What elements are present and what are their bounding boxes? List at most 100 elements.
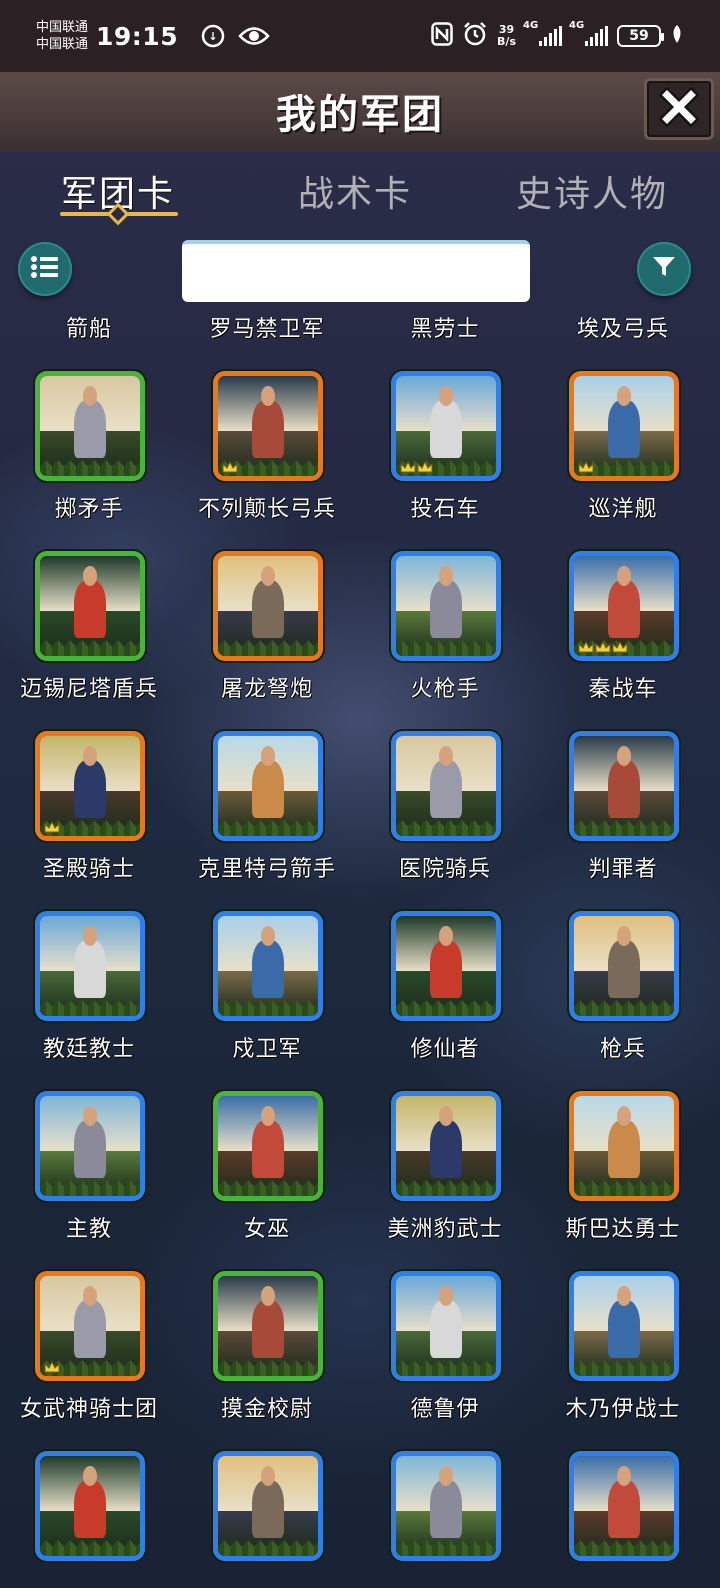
unit-portrait — [35, 1451, 145, 1561]
unit-portrait — [213, 1271, 323, 1381]
status-bar: 中国联通 中国联通 19:15 ↓ 39 B/s 4G 4G 59 — [0, 0, 720, 72]
unit-card[interactable]: 戍卫军 — [178, 899, 356, 1079]
crown-rank — [44, 1360, 60, 1373]
unit-name: 圣殿骑士 — [42, 857, 135, 882]
unit-portrait — [213, 371, 323, 481]
unit-portrait — [213, 911, 323, 1021]
unit-card[interactable]: 屠龙弩炮 — [178, 539, 356, 719]
unit-portrait — [569, 911, 679, 1021]
unit-portrait — [213, 551, 323, 661]
tab-bar: 军团卡 战术卡 史诗人物 — [0, 160, 720, 230]
unit-card[interactable]: 埃及弓兵 — [534, 305, 712, 359]
unit-card[interactable]: 黑劳士 — [356, 305, 534, 359]
crown-icon — [417, 460, 433, 473]
unit-card[interactable]: 木乃伊战士 — [534, 1259, 712, 1439]
close-icon — [658, 86, 700, 131]
filter-icon — [651, 254, 677, 284]
unit-portrait — [569, 1271, 679, 1381]
crown-icon — [222, 460, 238, 473]
unit-card[interactable]: 箭船 — [0, 305, 178, 359]
unit-portrait — [569, 1091, 679, 1201]
network-speed: 39 B/s — [497, 24, 516, 48]
unit-card[interactable]: 火枪手 — [356, 539, 534, 719]
card-grid: 箭船 罗马禁卫军 黑劳士 埃及弓兵掷矛手 不列颠长弓兵 投石车 巡洋舰迈锡尼塔盾兵 屠龙弩炮 火… — [0, 305, 720, 1588]
unit-name: 巡洋舰 — [588, 497, 658, 522]
unit-card[interactable]: 医院骑兵 — [356, 719, 534, 899]
unit-card[interactable] — [356, 1439, 534, 1588]
unit-card[interactable]: 修仙者 — [356, 899, 534, 1079]
unit-name: 女巫 — [243, 1217, 290, 1242]
unit-card[interactable]: 掷矛手 — [0, 359, 178, 539]
unit-card[interactable]: 巡洋舰 — [534, 359, 712, 539]
unit-card[interactable]: 圣殿骑士 — [0, 719, 178, 899]
unit-name: 投石车 — [410, 497, 480, 522]
unit-portrait — [569, 551, 679, 661]
unit-portrait — [391, 1271, 501, 1381]
filter-button[interactable] — [637, 242, 691, 296]
unit-name: 主教 — [65, 1217, 112, 1242]
unit-name: 埃及弓兵 — [576, 317, 669, 342]
signal-1-icon: 4G — [523, 20, 562, 46]
crown-icon — [595, 640, 611, 653]
unit-card[interactable]: 德鲁伊 — [356, 1259, 534, 1439]
unit-portrait — [35, 551, 145, 661]
unit-card[interactable] — [0, 1439, 178, 1588]
unit-card[interactable]: 女武神骑士团 — [0, 1259, 178, 1439]
unit-portrait — [391, 1091, 501, 1201]
crown-icon — [578, 640, 594, 653]
unit-card[interactable]: 美洲豹武士 — [356, 1079, 534, 1259]
alarm-icon — [462, 21, 488, 51]
unit-portrait — [35, 1271, 145, 1381]
leaf-icon — [670, 24, 684, 48]
unit-card[interactable] — [534, 1439, 712, 1588]
unit-card[interactable]: 斯巴达勇士 — [534, 1079, 712, 1259]
unit-name: 秦战车 — [588, 677, 658, 702]
unit-name: 迈锡尼塔盾兵 — [19, 677, 158, 702]
card-grid-viewport[interactable]: 箭船 罗马禁卫军 黑劳士 埃及弓兵掷矛手 不列颠长弓兵 投石车 巡洋舰迈锡尼塔盾兵 屠龙弩炮 火… — [0, 305, 720, 1588]
unit-name: 掷矛手 — [54, 497, 124, 522]
unit-card[interactable] — [178, 1439, 356, 1588]
unit-card[interactable]: 判罪者 — [534, 719, 712, 899]
crown-icon — [578, 460, 594, 473]
carrier-1: 中国联通 — [36, 20, 89, 35]
unit-card[interactable]: 女巫 — [178, 1079, 356, 1259]
crown-rank — [578, 640, 628, 653]
crown-rank — [400, 460, 433, 473]
unit-card[interactable]: 枪兵 — [534, 899, 712, 1079]
unit-card[interactable]: 克里特弓箭手 — [178, 719, 356, 899]
page-title: 我的军团 — [276, 92, 444, 138]
unit-name: 黑劳士 — [410, 317, 480, 342]
unit-portrait — [569, 371, 679, 481]
unit-name: 箭船 — [65, 317, 112, 342]
unit-card[interactable]: 不列颠长弓兵 — [178, 359, 356, 539]
search-input[interactable] — [182, 240, 530, 302]
clock: 19:15 — [96, 21, 179, 51]
unit-card[interactable]: 教廷教士 — [0, 899, 178, 1079]
unit-card[interactable]: 罗马禁卫军 — [178, 305, 356, 359]
unit-portrait — [569, 731, 679, 841]
unit-card[interactable]: 秦战车 — [534, 539, 712, 719]
unit-name: 医院骑兵 — [398, 857, 491, 882]
tab-tactic-cards[interactable]: 战术卡 — [245, 165, 465, 217]
eye-icon — [238, 25, 270, 47]
unit-card[interactable]: 迈锡尼塔盾兵 — [0, 539, 178, 719]
crown-rank — [44, 820, 60, 833]
unit-portrait — [391, 731, 501, 841]
battery-level: 59 — [629, 28, 649, 44]
list-view-button[interactable] — [18, 242, 72, 296]
nfc-icon — [431, 22, 453, 50]
unit-name: 罗马禁卫军 — [209, 317, 325, 342]
unit-card[interactable]: 摸金校尉 — [178, 1259, 356, 1439]
tab-epic-characters[interactable]: 史诗人物 — [482, 165, 702, 217]
unit-card[interactable]: 投石车 — [356, 359, 534, 539]
unit-card[interactable]: 主教 — [0, 1079, 178, 1259]
unit-name: 修仙者 — [410, 1037, 480, 1062]
unit-portrait — [35, 1091, 145, 1201]
unit-name: 摸金校尉 — [220, 1397, 313, 1422]
unit-name: 枪兵 — [599, 1037, 646, 1062]
unit-portrait — [213, 1451, 323, 1561]
unit-name: 克里特弓箭手 — [197, 857, 336, 882]
crown-icon — [44, 1360, 60, 1373]
unit-name: 教廷教士 — [42, 1037, 135, 1062]
close-button[interactable] — [644, 78, 714, 140]
